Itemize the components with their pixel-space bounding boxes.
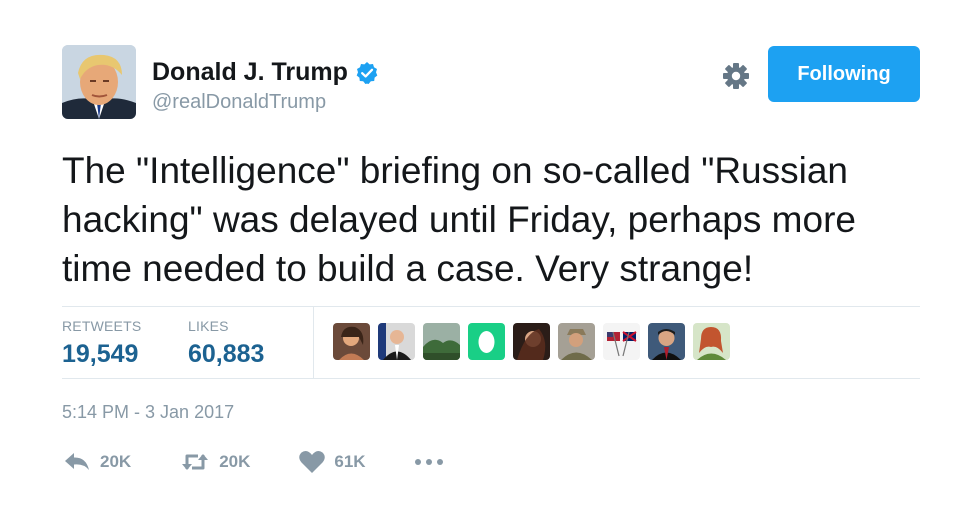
liker-egg-avatar[interactable]	[468, 323, 505, 360]
tweet-actions: 20K 20K 61K	[62, 448, 444, 476]
reply-icon[interactable]	[62, 448, 92, 476]
likes-stat[interactable]: LIKES 60,883	[188, 318, 264, 369]
reply-action[interactable]: 20K	[62, 448, 131, 476]
liker-avatar[interactable]	[423, 323, 460, 360]
liker-avatar[interactable]	[378, 323, 415, 360]
retweets-value[interactable]: 19,549	[62, 340, 141, 369]
heart-icon[interactable]	[298, 449, 326, 475]
liker-avatars	[333, 323, 730, 360]
retweets-label: RETWEETS	[62, 318, 142, 334]
more-dots-icon[interactable]	[414, 457, 444, 467]
tweet-text: The "Intelligence" briefing on so-called…	[62, 150, 856, 289]
following-button[interactable]: Following	[768, 46, 920, 102]
more-action[interactable]	[414, 457, 444, 467]
stats-vertical-divider	[313, 307, 314, 378]
author-handle[interactable]: @realDonaldTrump	[152, 91, 326, 114]
retweet-count: 20K	[219, 452, 251, 471]
retweet-action[interactable]: 20K	[179, 448, 250, 476]
gear-icon[interactable]	[720, 60, 752, 92]
like-count: 61K	[334, 452, 366, 471]
author-name[interactable]: Donald J. Trump	[152, 58, 348, 87]
liker-avatar[interactable]	[648, 323, 685, 360]
stats-top-divider	[62, 306, 920, 307]
liker-avatar[interactable]	[333, 323, 370, 360]
tweet-timestamp[interactable]: 5:14 PM - 3 Jan 2017	[62, 402, 234, 423]
reply-count: 20K	[100, 452, 132, 471]
verified-badge-icon	[356, 61, 378, 84]
likes-value[interactable]: 60,883	[188, 340, 264, 369]
author-name-row[interactable]: Donald J. Trump	[152, 58, 379, 87]
stats-bottom-divider	[62, 378, 920, 379]
retweets-stat[interactable]: RETWEETS 19,549	[62, 318, 141, 369]
likes-label: LIKES	[188, 318, 229, 334]
liker-flags-avatar[interactable]	[603, 323, 640, 360]
liker-avatar[interactable]	[558, 323, 595, 360]
author-avatar[interactable]	[62, 45, 136, 119]
like-action[interactable]: 61K	[298, 449, 366, 475]
liker-avatar[interactable]	[693, 323, 730, 360]
liker-avatar[interactable]	[513, 323, 550, 360]
retweet-icon[interactable]	[179, 448, 211, 476]
